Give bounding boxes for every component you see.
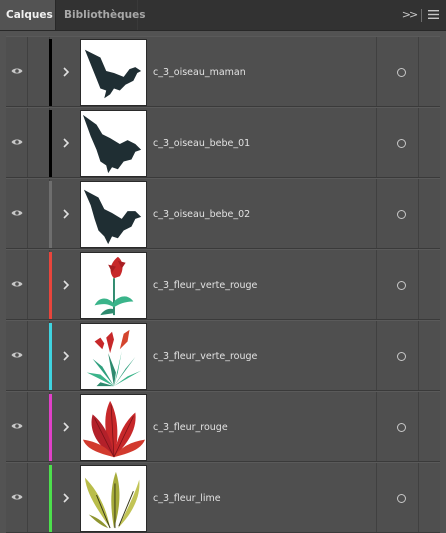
layer-name[interactable]: c_3_fleur_verte_rouge xyxy=(153,321,257,392)
chevron-right-icon[interactable] xyxy=(60,207,72,221)
eye-icon xyxy=(11,68,23,74)
visibility-toggle[interactable] xyxy=(6,463,28,532)
layer-row[interactable]: c_3_fleur_verte_rouge xyxy=(6,249,440,320)
eye-icon xyxy=(11,210,23,216)
column-divider xyxy=(376,321,377,390)
layer-name[interactable]: c_3_fleur_rouge xyxy=(153,392,228,463)
target-circle-icon[interactable] xyxy=(397,494,406,503)
visibility-toggle[interactable] xyxy=(6,108,28,177)
target-circle-icon[interactable] xyxy=(397,281,406,290)
bird-icon xyxy=(84,49,142,99)
visibility-toggle[interactable] xyxy=(6,392,28,461)
layer-name[interactable]: c_3_oiseau_maman xyxy=(153,37,246,108)
column-divider xyxy=(376,463,377,532)
lock-toggle[interactable] xyxy=(28,250,50,319)
layer-color-bar xyxy=(49,252,52,319)
red-flower-icon xyxy=(94,256,134,316)
layer-color-bar xyxy=(49,39,52,106)
chevron-right-icon[interactable] xyxy=(60,349,72,363)
layer-name[interactable]: c_3_fleur_lime xyxy=(153,463,221,533)
layer-thumbnail xyxy=(80,181,147,248)
chevron-right-icon[interactable] xyxy=(60,491,72,505)
column-divider xyxy=(418,37,419,106)
layer-color-bar xyxy=(49,110,52,177)
layer-name[interactable]: c_3_oiseau_bebe_02 xyxy=(153,179,250,250)
eye-icon xyxy=(11,352,23,358)
layer-thumbnail xyxy=(80,465,147,532)
column-divider xyxy=(418,108,419,177)
target-circle-icon[interactable] xyxy=(397,68,406,77)
layer-thumbnail xyxy=(80,394,147,461)
layer-thumbnail xyxy=(80,39,147,106)
layer-row[interactable]: c_3_fleur_verte_rouge xyxy=(6,320,440,391)
column-divider xyxy=(418,250,419,319)
chevron-right-icon[interactable] xyxy=(60,420,72,434)
eye-icon xyxy=(11,423,23,429)
panel-tab-bar: Calques Bibliothèques >> xyxy=(0,0,446,31)
target-circle-icon[interactable] xyxy=(397,423,406,432)
layer-name[interactable]: c_3_oiseau_bebe_01 xyxy=(153,108,250,179)
column-divider xyxy=(418,321,419,390)
visibility-toggle[interactable] xyxy=(6,37,28,106)
layer-color-bar xyxy=(49,465,52,532)
lock-toggle[interactable] xyxy=(28,463,50,532)
layer-row[interactable]: c_3_fleur_rouge xyxy=(6,391,440,462)
green-red-plant-icon xyxy=(86,329,142,387)
column-divider xyxy=(376,250,377,319)
column-divider xyxy=(418,392,419,461)
lock-toggle[interactable] xyxy=(28,392,50,461)
lock-toggle[interactable] xyxy=(28,108,50,177)
lock-toggle[interactable] xyxy=(28,37,50,106)
bird-icon xyxy=(82,114,142,174)
red-plant-icon xyxy=(82,400,146,458)
lock-toggle[interactable] xyxy=(28,321,50,390)
layer-row[interactable]: c_3_oiseau_maman xyxy=(6,36,440,107)
column-divider xyxy=(418,463,419,532)
column-divider xyxy=(376,179,377,248)
layer-row[interactable]: c_3_oiseau_bebe_01 xyxy=(6,107,440,178)
layers-list: c_3_oiseau_maman c_3_oiseau_bebe_01 c_3_… xyxy=(6,36,440,533)
layer-thumbnail xyxy=(80,323,147,390)
target-circle-icon[interactable] xyxy=(397,210,406,219)
chevron-right-icon[interactable] xyxy=(60,278,72,292)
visibility-toggle[interactable] xyxy=(6,250,28,319)
column-divider xyxy=(376,392,377,461)
lock-toggle[interactable] xyxy=(28,179,50,248)
lime-plant-icon xyxy=(84,471,140,529)
eye-icon xyxy=(11,281,23,287)
toolbar-divider xyxy=(421,9,422,22)
column-divider xyxy=(376,37,377,106)
column-divider xyxy=(418,179,419,248)
target-circle-icon[interactable] xyxy=(397,352,406,361)
layer-row[interactable]: c_3_fleur_lime xyxy=(6,462,440,533)
layer-thumbnail xyxy=(80,252,147,319)
layer-thumbnail xyxy=(80,110,147,177)
column-divider xyxy=(376,108,377,177)
panel-menu-icon[interactable] xyxy=(425,0,441,30)
visibility-toggle[interactable] xyxy=(6,321,28,390)
layer-color-bar xyxy=(49,394,52,461)
tab-calques[interactable]: Calques xyxy=(0,0,56,30)
layer-row[interactable]: c_3_oiseau_bebe_02 xyxy=(6,178,440,249)
target-circle-icon[interactable] xyxy=(397,139,406,148)
chevron-right-icon[interactable] xyxy=(60,65,72,79)
collapse-panels-icon[interactable]: >> xyxy=(401,0,418,30)
layer-color-bar xyxy=(49,181,52,248)
bird-icon xyxy=(83,189,142,245)
eye-icon xyxy=(11,139,23,145)
tab-bibliotheques[interactable]: Bibliothèques xyxy=(58,0,146,30)
chevron-right-icon[interactable] xyxy=(60,136,72,150)
visibility-toggle[interactable] xyxy=(6,179,28,248)
layer-color-bar xyxy=(49,323,52,390)
layer-name[interactable]: c_3_fleur_verte_rouge xyxy=(153,250,257,321)
eye-icon xyxy=(11,494,23,500)
